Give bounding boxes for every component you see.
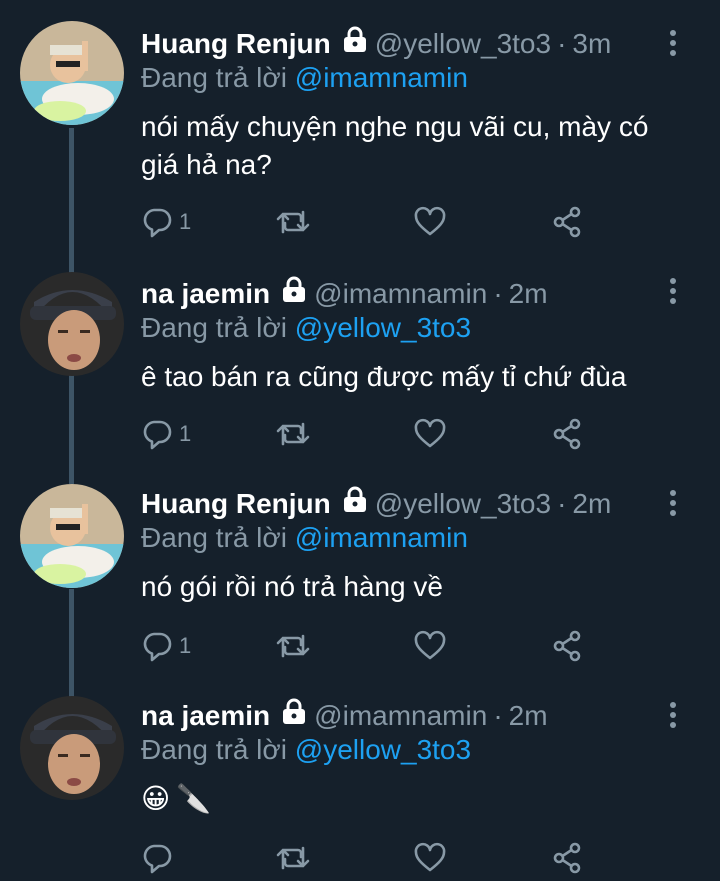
reply-button[interactable]: 1	[141, 626, 191, 666]
tweet-actions: 1	[141, 414, 591, 454]
reply-prefix: Đang trả lời	[141, 62, 287, 93]
reply-count: 1	[179, 209, 192, 234]
knife-emoji: 🔪	[176, 783, 212, 814]
display-name[interactable]: na jaemin	[141, 278, 270, 309]
share-icon	[553, 842, 581, 874]
timestamp[interactable]: 2m	[509, 278, 548, 309]
share-button[interactable]	[551, 202, 583, 242]
reply-button[interactable]	[141, 838, 179, 878]
replying-to: Đang trả lời @imamnamin	[141, 522, 468, 554]
reply-count: 1	[179, 421, 192, 446]
tweet-actions: 1	[141, 626, 591, 666]
share-button[interactable]	[551, 838, 583, 878]
user-handle[interactable]: @yellow_3to3	[375, 28, 551, 59]
tweet-text: nói mấy chuyện nghe ngu vãi cu, mày có g…	[141, 111, 649, 180]
retweet-icon	[276, 846, 310, 870]
mention-link[interactable]: @yellow_3to3	[295, 312, 471, 343]
retweet-button[interactable]	[275, 202, 311, 242]
share-icon	[553, 418, 581, 450]
user-handle[interactable]: @imamnamin	[314, 278, 487, 309]
tweet[interactable]: na jaemin @imamnamin · 2m Đang trả lời @yel…	[0, 262, 720, 484]
tweet[interactable]: Huang Renjun @yellow_3to3 · 2m Đang trả lời…	[0, 474, 720, 699]
timestamp[interactable]: 2m	[572, 488, 611, 519]
tweet-text: 😀 🔪	[141, 780, 681, 818]
display-name[interactable]: Huang Renjun	[141, 488, 331, 519]
reply-prefix: Đang trả lời	[141, 734, 287, 765]
lock-icon	[343, 486, 367, 517]
retweet-icon	[276, 634, 310, 658]
tweet[interactable]: Huang Renjun @yellow_3to3 · 3m Đang trả lời…	[0, 0, 720, 275]
lock-icon	[282, 276, 306, 307]
tweet-actions	[141, 838, 591, 878]
replying-to: Đang trả lời @yellow_3to3	[141, 312, 471, 344]
mention-link[interactable]: @yellow_3to3	[295, 734, 471, 765]
avatar[interactable]	[20, 272, 124, 376]
share-icon	[553, 630, 581, 662]
avatar[interactable]	[20, 21, 124, 125]
reply-count: 1	[179, 633, 192, 658]
share-button[interactable]	[551, 414, 583, 454]
user-handle[interactable]: @imamnamin	[314, 700, 487, 731]
reply-button[interactable]: 1	[141, 202, 191, 242]
retweet-button[interactable]	[275, 414, 311, 454]
share-button[interactable]	[551, 626, 583, 666]
like-button[interactable]	[413, 202, 447, 242]
reply-icon	[143, 420, 172, 450]
like-icon	[414, 418, 446, 448]
like-button[interactable]	[413, 414, 447, 454]
reply-icon	[143, 844, 172, 874]
separator: ·	[493, 278, 503, 309]
tweet-text: ê tao bán ra cũng được mấy tỉ chứ đùa	[141, 361, 627, 392]
mention-link[interactable]: @imamnamin	[295, 62, 468, 93]
like-icon	[414, 206, 446, 236]
timestamp[interactable]: 2m	[509, 700, 548, 731]
reply-icon	[143, 208, 172, 238]
retweet-button[interactable]	[275, 626, 311, 666]
reply-button[interactable]: 1	[141, 414, 191, 454]
display-name[interactable]: na jaemin	[141, 700, 270, 731]
more-icon[interactable]	[666, 30, 680, 60]
like-button[interactable]	[413, 626, 447, 666]
share-icon	[553, 206, 581, 238]
separator: ·	[493, 700, 503, 731]
retweet-icon	[276, 210, 310, 234]
more-icon[interactable]	[666, 278, 680, 308]
avatar[interactable]	[20, 484, 124, 588]
replying-to: Đang trả lời @imamnamin	[141, 62, 468, 94]
user-handle[interactable]: @yellow_3to3	[375, 488, 551, 519]
like-icon	[414, 842, 446, 872]
lock-icon	[282, 698, 306, 729]
thread-line	[69, 589, 74, 699]
like-icon	[414, 630, 446, 660]
separator: ·	[557, 28, 567, 59]
tweet[interactable]: na jaemin @imamnamin · 2m Đang trả lời @yel…	[0, 686, 720, 881]
retweet-icon	[276, 422, 310, 446]
replying-to: Đang trả lời @yellow_3to3	[141, 734, 471, 766]
reply-icon	[143, 632, 172, 662]
lock-icon	[343, 26, 367, 57]
more-icon[interactable]	[666, 490, 680, 520]
more-icon[interactable]	[666, 702, 680, 732]
tweet-text: nó gói rồi nó trả hàng về	[141, 571, 443, 602]
tweet-actions: 1	[141, 202, 591, 242]
thread-line	[69, 128, 74, 275]
reply-prefix: Đang trả lời	[141, 522, 287, 553]
thread-line	[69, 372, 74, 484]
like-button[interactable]	[413, 838, 447, 878]
retweet-button[interactable]	[275, 838, 311, 878]
display-name[interactable]: Huang Renjun	[141, 28, 331, 59]
avatar[interactable]	[20, 696, 124, 800]
timestamp[interactable]: 3m	[572, 28, 611, 59]
separator: ·	[557, 488, 567, 519]
reply-prefix: Đang trả lời	[141, 312, 287, 343]
grinning-face-emoji: 😀	[141, 783, 171, 814]
mention-link[interactable]: @imamnamin	[295, 522, 468, 553]
